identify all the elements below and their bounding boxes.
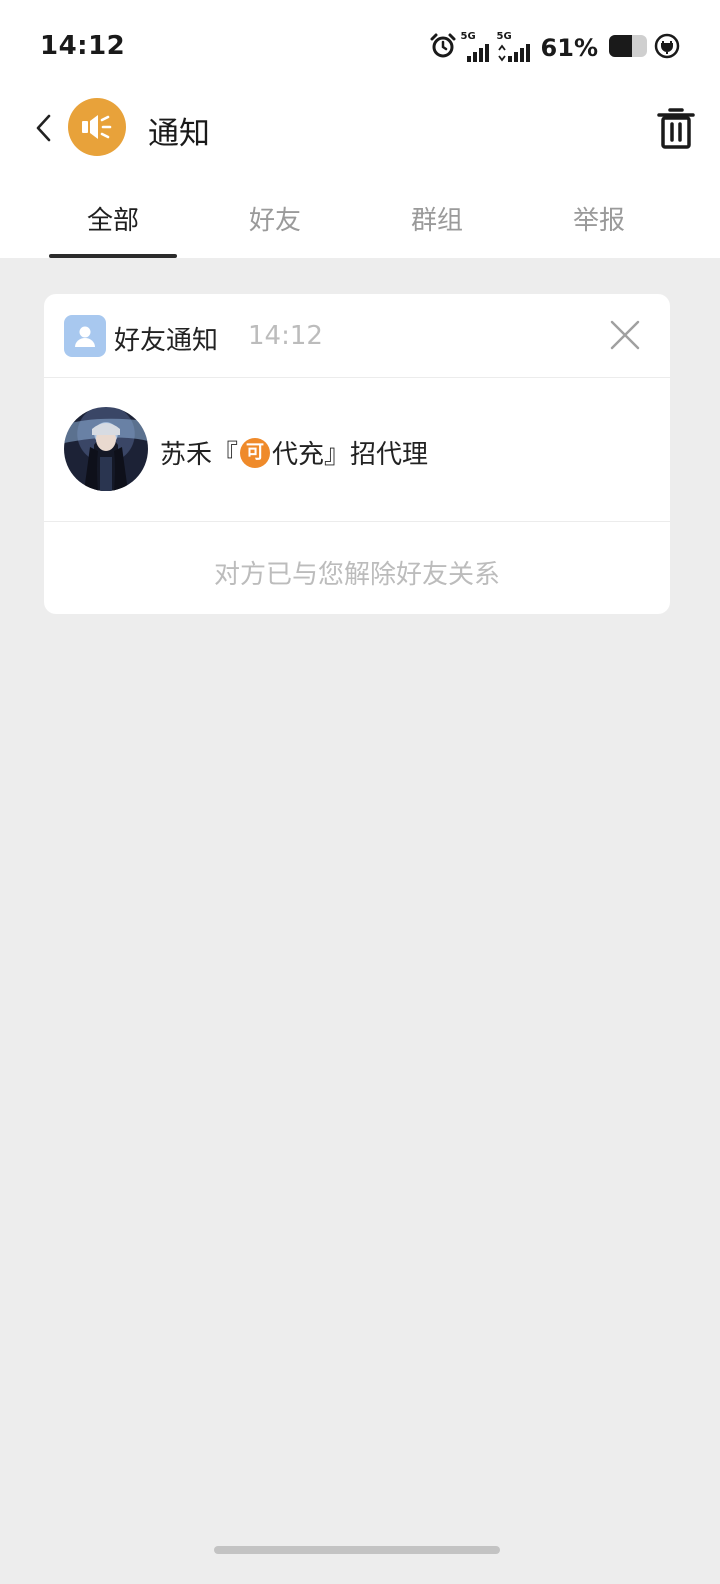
signal-1: 5G <box>461 32 493 64</box>
user-name-prefix: 苏禾『 <box>160 440 239 470</box>
user-name-badge-text: 可 <box>246 441 265 463</box>
tab-bar: 全部 好友 群组 举报 <box>32 188 682 258</box>
trash-icon <box>657 108 695 149</box>
clear-all-button[interactable] <box>652 102 700 154</box>
user-icon <box>75 326 95 347</box>
signal-2: 5G <box>497 32 533 64</box>
tab-groups[interactable]: 群组 <box>356 188 518 258</box>
user-name-badge-icon: 可 <box>240 437 271 468</box>
notification-card[interactable]: 好友通知 14:12 苏禾『 可 代充』招代理 对方已与您解除好友关系 <box>44 294 670 614</box>
notification-message: 对方已与您解除好友关系 <box>213 560 500 590</box>
alarm-icon <box>429 32 457 64</box>
tab-all[interactable]: 全部 <box>32 188 194 258</box>
friend-notification-icon <box>64 315 106 357</box>
status-icons: 5G 5G 61% <box>425 30 680 66</box>
status-time: 14:12 <box>40 31 126 61</box>
chevron-left-icon <box>36 114 51 142</box>
battery-icon <box>608 34 650 62</box>
home-indicator[interactable] <box>214 1546 500 1554</box>
card-header: 好友通知 14:12 <box>44 294 670 378</box>
page-title: 通知 <box>148 116 210 152</box>
dismiss-button[interactable] <box>606 316 644 354</box>
tab-reports[interactable]: 举报 <box>518 188 680 258</box>
notification-user-row[interactable]: 苏禾『 可 代充』招代理 <box>44 378 670 522</box>
user-name: 苏禾『 可 代充』招代理 <box>160 434 428 471</box>
signal-icon <box>466 44 489 62</box>
notification-avatar <box>68 98 126 156</box>
tab-friends[interactable]: 好友 <box>194 188 356 258</box>
back-button[interactable] <box>24 104 64 152</box>
notification-category: 好友通知 <box>114 326 219 356</box>
notification-time: 14:12 <box>248 321 323 351</box>
status-bar: 14:12 5G 5G 61% <box>0 0 720 96</box>
avatar[interactable] <box>64 407 148 491</box>
battery-percent: 61% <box>540 34 598 62</box>
speaker-icon <box>82 115 112 139</box>
signal-icon <box>497 44 530 62</box>
user-name-suffix: 代充』招代理 <box>272 440 429 470</box>
charging-icon <box>654 33 680 63</box>
close-icon <box>610 320 640 350</box>
